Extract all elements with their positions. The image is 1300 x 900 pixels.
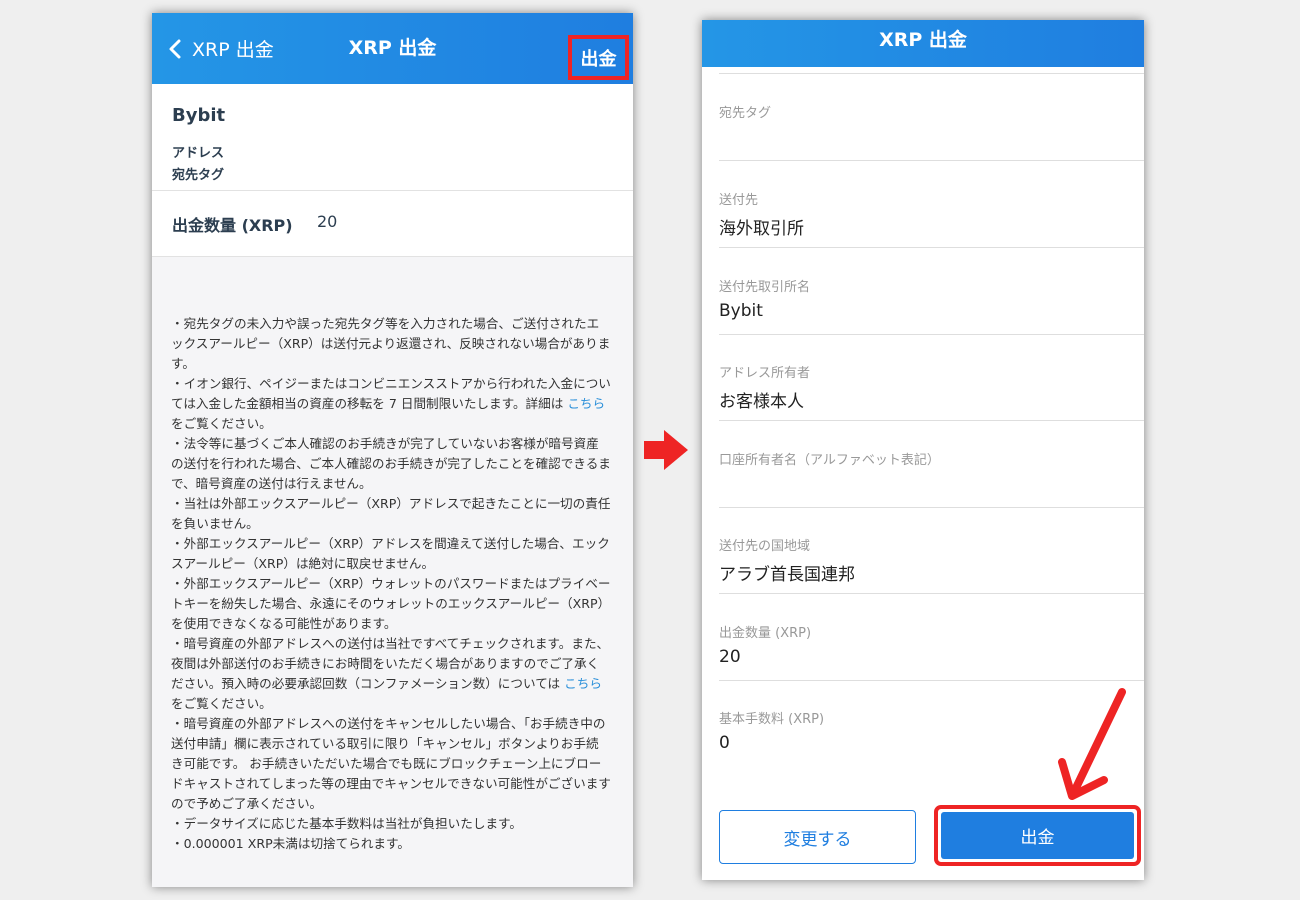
chevron-left-icon bbox=[169, 39, 181, 58]
tag-label: 宛先タグ bbox=[172, 168, 225, 183]
nav-bar: XRP 出金 bbox=[702, 20, 1144, 67]
notice-item: ・データサイズに応じた基本手数料は当社が負担いたします。 bbox=[171, 816, 522, 831]
notice-item: ・外部エックスアールピー（XRP）アドレスを間違えて送付した場合、エックスアール… bbox=[171, 536, 610, 571]
field-value: 20 bbox=[719, 647, 741, 667]
notice-item: ・宛先タグの未入力や誤った宛先タグ等を入力された場合、ご送付されたエックスアール… bbox=[171, 316, 611, 371]
field-value: お客様本人 bbox=[719, 392, 804, 412]
notice-item: ・0.000001 XRP未満は切捨てられます。 bbox=[171, 836, 410, 851]
notice-item: ・イオン銀行、ペイジーまたはコンビニエンスストアから行われた入金については入金し… bbox=[171, 376, 611, 431]
pointer-arrow-icon bbox=[1058, 688, 1126, 800]
field-account-owner-name: 口座所有者名（アルファベット表記） bbox=[719, 421, 1144, 508]
field-address-owner: アドレス所有者 お客様本人 bbox=[719, 334, 1144, 421]
field-label: 宛先タグ bbox=[719, 106, 772, 121]
field-label: 口座所有者名（アルファベット表記） bbox=[719, 453, 940, 468]
amount-label: 出金数量 (XRP) bbox=[172, 216, 293, 235]
notice-item: ・当社は外部エックスアールピー（XRP）アドレスで起きたことに一切の責任を負いま… bbox=[171, 496, 611, 531]
field-country: 送付先の国地域 アラブ首長国連邦 bbox=[719, 507, 1144, 594]
amount-value: 20 bbox=[317, 212, 338, 231]
field-destination: 送付先 海外取引所 bbox=[719, 161, 1144, 248]
details-link[interactable]: こちら bbox=[567, 396, 605, 411]
destination-name: Bybit bbox=[172, 105, 226, 126]
confirmation-link[interactable]: こちら bbox=[564, 676, 602, 691]
field-label: アドレス所有者 bbox=[719, 366, 811, 381]
notice-item: ・暗号資産の外部アドレスへの送付をキャンセルしたい場合、「お手続き中の送付申請」… bbox=[171, 716, 611, 811]
notice-item: ・暗号資産の外部アドレスへの送付は当社ですべてチェックされます。また、夜間は外部… bbox=[171, 636, 610, 711]
field-exchange-name: 送付先取引所名 Bybit bbox=[719, 248, 1144, 335]
back-label: XRP 出金 bbox=[192, 39, 274, 61]
field-label: 送付先の国地域 bbox=[719, 539, 811, 554]
arrow-right-icon bbox=[644, 430, 688, 470]
notice-item: ・外部エックスアールピー（XRP）ウォレットのパスワードまたはプライベートキーを… bbox=[171, 576, 611, 631]
notice-list: ・宛先タグの未入力や誤った宛先タグ等を入力された場合、ご送付されたエックスアール… bbox=[171, 314, 611, 854]
field-value: 0 bbox=[719, 733, 730, 753]
field-amount: 出金数量 (XRP) 20 bbox=[719, 594, 1144, 681]
field-value: アラブ首長国連邦 bbox=[719, 565, 855, 585]
field-value: Bybit bbox=[719, 301, 763, 321]
field-label: 基本手数料 (XRP) bbox=[719, 712, 825, 727]
withdraw-form-screen: XRP 出金 XRP 出金 出金 Bybit アドレス 宛先タグ 出金数量 (X… bbox=[152, 13, 633, 887]
destination-card: Bybit アドレス 宛先タグ bbox=[152, 84, 633, 191]
page-title: XRP 出金 bbox=[879, 29, 967, 51]
change-button[interactable]: 変更する bbox=[719, 810, 916, 864]
field-label: 出金数量 (XRP) bbox=[719, 626, 812, 641]
field-label: 送付先 bbox=[719, 193, 759, 208]
amount-row: 出金数量 (XRP) 20 bbox=[152, 191, 633, 257]
submit-highlight: 出金 bbox=[934, 805, 1141, 866]
notice-item: ・法令等に基づくご本人確認のお手続きが完了していないお客様が暗号資産の送付を行わ… bbox=[171, 436, 611, 491]
field-value: 海外取引所 bbox=[719, 219, 804, 239]
field-destination-tag: 宛先タグ bbox=[719, 74, 1144, 161]
field-label: 送付先取引所名 bbox=[719, 280, 811, 295]
withdraw-nav-button[interactable]: 出金 bbox=[568, 35, 629, 80]
address-label: アドレス bbox=[172, 146, 225, 161]
withdraw-submit-button[interactable]: 出金 bbox=[941, 812, 1134, 859]
nav-bar: XRP 出金 XRP 出金 出金 bbox=[152, 13, 633, 84]
back-button[interactable]: XRP 出金 bbox=[164, 13, 274, 84]
